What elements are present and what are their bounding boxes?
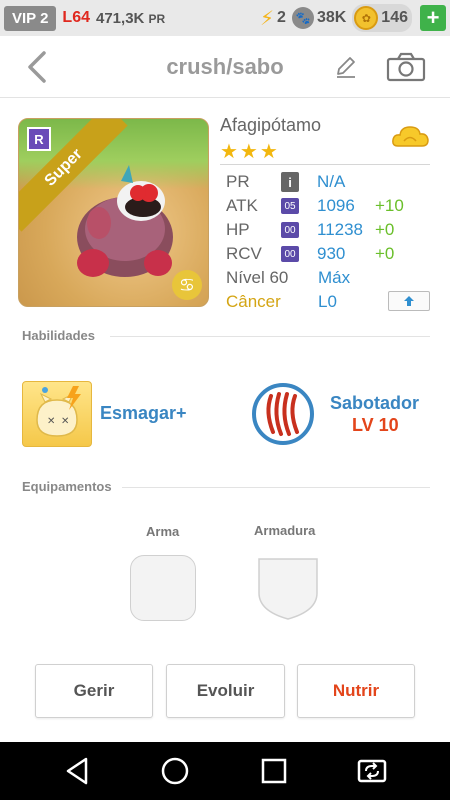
page-title: crush/sabo bbox=[166, 53, 284, 79]
stat-row-level: Nível 60 Máx bbox=[226, 266, 431, 290]
stat-label: PR bbox=[226, 172, 250, 191]
weapon-slot[interactable] bbox=[130, 555, 196, 621]
nav-home-icon[interactable] bbox=[159, 755, 191, 787]
nav-back-icon[interactable] bbox=[62, 755, 94, 787]
armor-label: Armadura bbox=[254, 523, 316, 538]
add-coins-button[interactable]: + bbox=[420, 5, 446, 31]
vip-badge[interactable]: VIP 2 bbox=[4, 5, 57, 31]
feed-button[interactable]: Nutrir bbox=[297, 664, 415, 718]
equipment-heading: Equipamentos bbox=[22, 479, 112, 494]
skill-smash-name[interactable]: Esmagar+ bbox=[100, 403, 187, 424]
svg-text:✕: ✕ bbox=[47, 416, 55, 427]
player-level: L64 bbox=[62, 9, 90, 26]
skill-smash-icon[interactable]: ✕ ✕ bbox=[22, 381, 92, 447]
stat-value: 930 bbox=[317, 244, 346, 263]
equipment-divider bbox=[122, 487, 430, 488]
stat-bonus: +0 bbox=[375, 244, 395, 263]
name-divider bbox=[220, 164, 430, 165]
rarity-badge: R bbox=[27, 127, 51, 151]
weapon-label: Arma bbox=[146, 524, 180, 539]
star-rating: ★★★ bbox=[220, 141, 280, 163]
sign-value: L0 bbox=[318, 292, 337, 311]
back-arrow-icon[interactable] bbox=[22, 50, 52, 84]
up-arrow-icon bbox=[404, 296, 414, 306]
stat-row-hp: HP 00 11238 +0 bbox=[226, 218, 431, 242]
camera-icon[interactable] bbox=[386, 52, 426, 82]
stat-row-pr: PR i N/A bbox=[226, 170, 431, 194]
stat-label: ATK bbox=[226, 196, 258, 215]
coin-counter[interactable]: ✿ 146 bbox=[352, 4, 412, 32]
svg-text:✕: ✕ bbox=[61, 416, 69, 427]
cancer-icon: ♋ bbox=[172, 270, 202, 300]
manage-button[interactable]: Gerir bbox=[35, 664, 153, 718]
pencil-icon[interactable] bbox=[333, 54, 359, 80]
skill-saboteur-level: LV 10 bbox=[352, 415, 399, 435]
paw-value: 38K bbox=[316, 9, 347, 26]
abilities-divider bbox=[110, 336, 430, 337]
cloud-element-icon bbox=[392, 126, 429, 147]
power-rating-unit: PR bbox=[148, 11, 166, 26]
paw-counter[interactable]: 🐾 38K bbox=[291, 7, 347, 29]
monster-image bbox=[77, 165, 173, 277]
power-rating-value: 471,3K bbox=[96, 9, 145, 27]
page-header: crush/sabo bbox=[0, 36, 450, 98]
stat-bonus: +0 bbox=[375, 220, 395, 239]
stat-value: 1096 bbox=[317, 196, 355, 215]
level-value: Máx bbox=[318, 268, 351, 287]
sign-label: Câncer bbox=[226, 292, 281, 311]
abilities-heading: Habilidades bbox=[22, 328, 95, 343]
stat-label: HP bbox=[226, 220, 250, 239]
stat-badge: 00 bbox=[281, 246, 299, 262]
upgrade-button[interactable] bbox=[388, 291, 430, 311]
armor-slot[interactable] bbox=[255, 555, 321, 621]
stat-row-atk: ATK 05 1096 +10 bbox=[226, 194, 431, 218]
claw-icon[interactable] bbox=[251, 382, 315, 446]
coin-icon: ✿ bbox=[354, 6, 379, 30]
stat-bonus: +10 bbox=[375, 196, 404, 215]
stat-value: 11238 bbox=[317, 220, 364, 239]
system-nav-bar bbox=[0, 742, 450, 800]
stat-badge: 00 bbox=[281, 222, 299, 238]
level-label: Nível 60 bbox=[226, 268, 289, 287]
nav-recents-icon[interactable] bbox=[258, 755, 290, 787]
coin-value: 146 bbox=[381, 9, 408, 26]
stat-row-rcv: RCV 00 930 +0 bbox=[226, 242, 431, 266]
skill-saboteur-name[interactable]: Sabotador bbox=[330, 393, 419, 414]
stat-label: RCV bbox=[226, 244, 262, 263]
stat-value: N/A bbox=[317, 172, 346, 191]
evolve-button[interactable]: Evoluir bbox=[166, 664, 285, 718]
smash-face-icon: ✕ ✕ bbox=[36, 386, 81, 437]
screen-rotate-icon[interactable] bbox=[356, 755, 388, 787]
energy-counter[interactable]: ⚡ 2 bbox=[260, 6, 286, 31]
energy-value: 2 bbox=[277, 9, 286, 26]
lightning-icon: ⚡ bbox=[259, 7, 275, 30]
info-icon[interactable]: i bbox=[281, 172, 299, 192]
monster-name: Afagipótamo bbox=[220, 115, 322, 135]
power-rating: 471,3K PR bbox=[96, 10, 165, 27]
status-bar: VIP 2 L64 471,3K PR ⚡ 2 🐾 38K ✿ 146 + bbox=[0, 0, 450, 36]
paw-icon: 🐾 bbox=[291, 7, 314, 29]
monster-portrait[interactable]: Super R ♋ bbox=[18, 118, 209, 307]
stat-badge: 05 bbox=[281, 198, 299, 214]
